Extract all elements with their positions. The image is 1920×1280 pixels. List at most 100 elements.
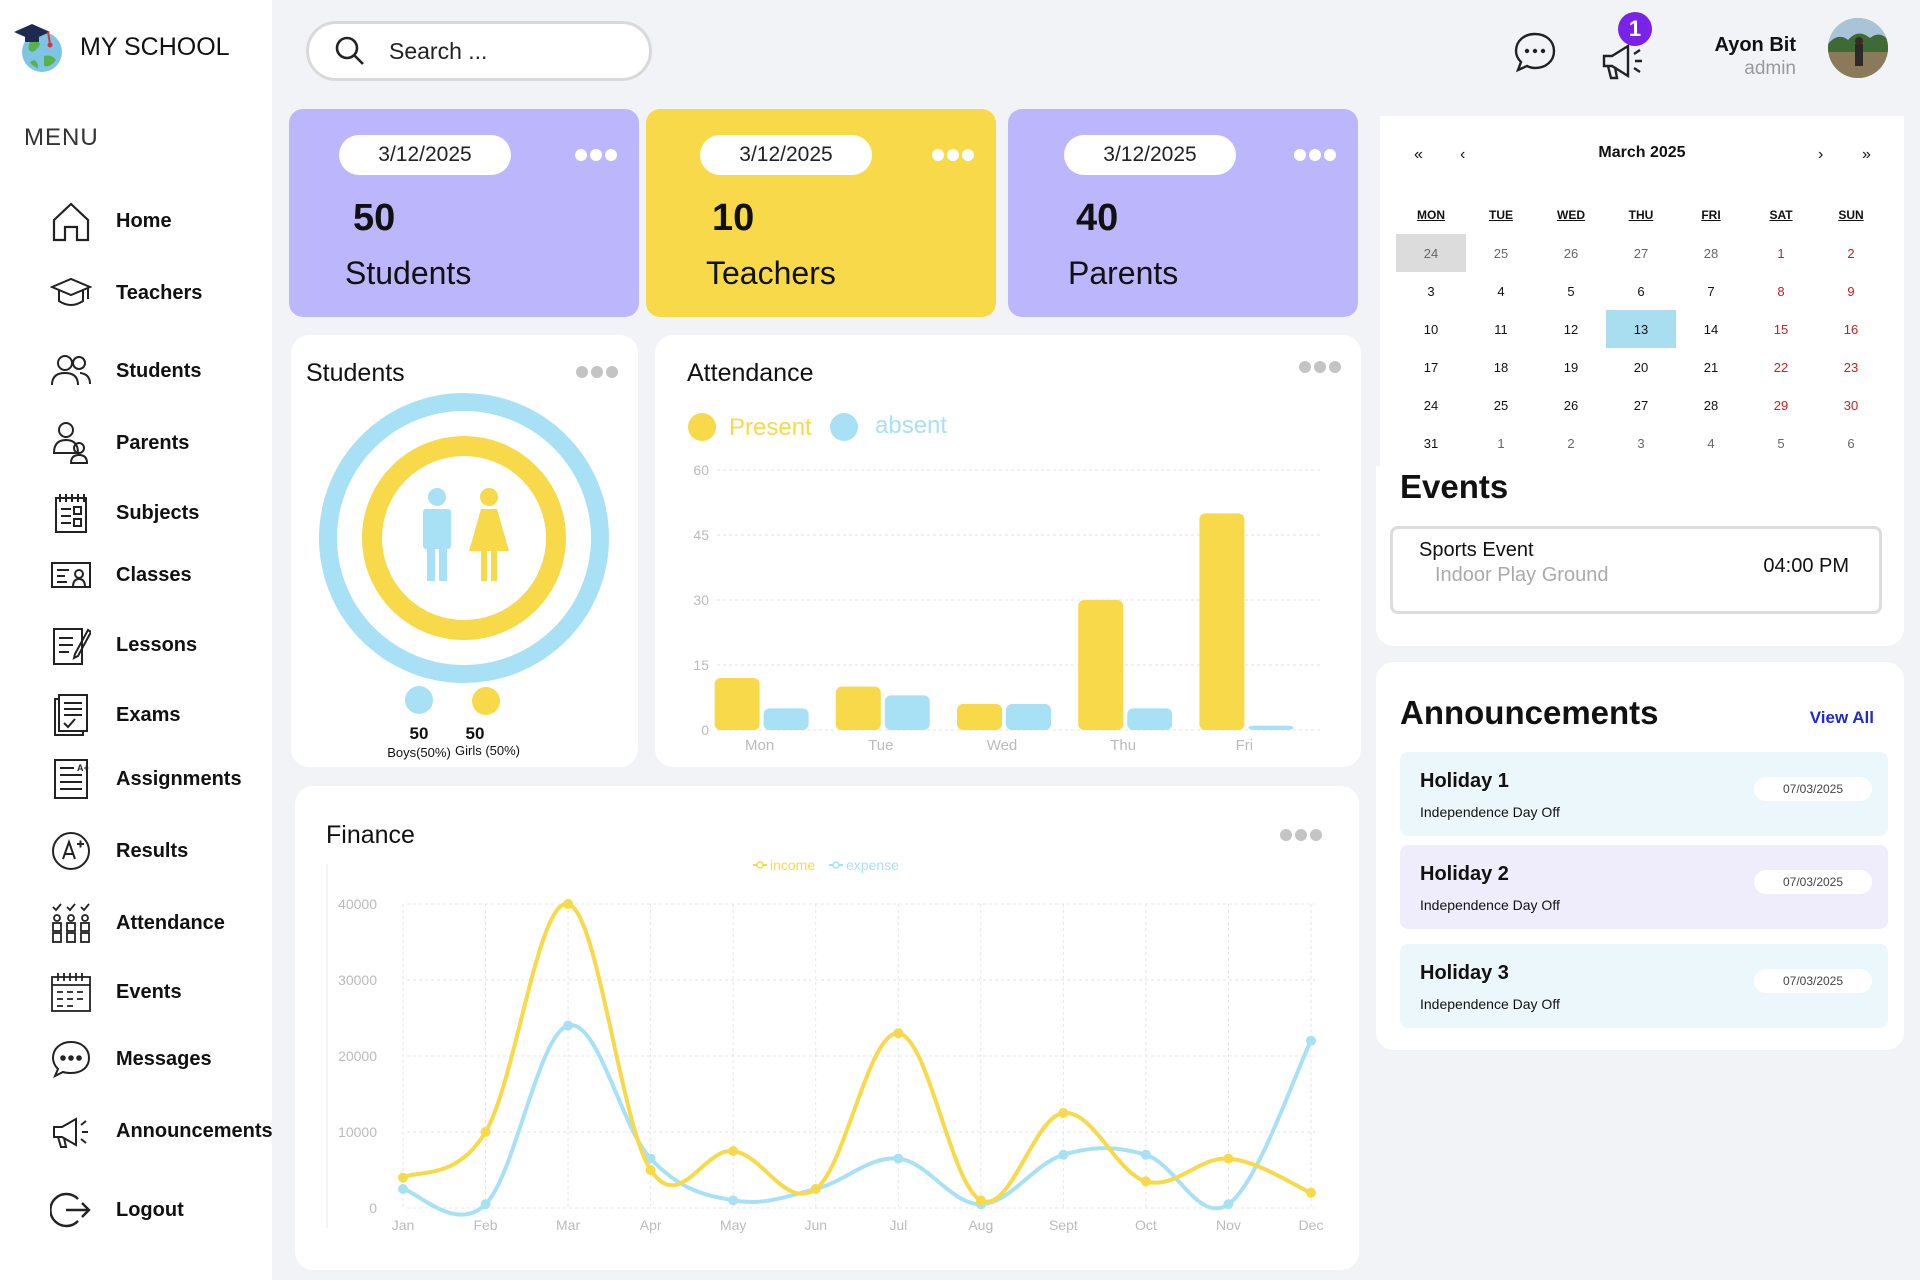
calendar-day[interactable]: 19 xyxy=(1536,348,1606,386)
sidebar-item-logout[interactable]: Logout xyxy=(50,1185,184,1235)
calendar-day[interactable]: 7 xyxy=(1676,272,1746,310)
announcement-date: 07/03/2025 xyxy=(1754,777,1872,801)
calendar-day[interactable]: 4 xyxy=(1466,272,1536,310)
calendar-day[interactable]: 3 xyxy=(1606,424,1676,462)
sidebar-item-exams[interactable]: Exams xyxy=(50,690,181,740)
calendar-day[interactable]: 27 xyxy=(1606,386,1676,424)
sidebar-item-attendance[interactable]: Attendance xyxy=(50,898,225,948)
calendar-day[interactable]: 18 xyxy=(1466,348,1536,386)
calendar-day[interactable]: 2 xyxy=(1816,234,1886,272)
home-icon xyxy=(50,200,92,242)
calendar-day[interactable]: 1 xyxy=(1466,424,1536,462)
calendar-icon xyxy=(50,971,92,1013)
sidebar-item-label: Home xyxy=(116,209,172,232)
calendar-day[interactable]: 26 xyxy=(1536,386,1606,424)
calendar-day[interactable]: 31 xyxy=(1396,424,1466,462)
messages-button[interactable] xyxy=(1512,30,1558,76)
point-income xyxy=(480,1127,491,1137)
sidebar-item-home[interactable]: Home xyxy=(50,196,172,246)
sidebar-item-parents[interactable]: Parents xyxy=(50,418,189,468)
sidebar: MY SCHOOL MENU Home Teachers Students Pa… xyxy=(0,0,273,1280)
calendar-day[interactable]: 3 xyxy=(1396,272,1466,310)
bar-absent xyxy=(884,695,930,730)
sidebar-item-lessons[interactable]: Lessons xyxy=(50,620,197,670)
calendar-day[interactable]: 10 xyxy=(1396,310,1466,348)
sidebar-item-subjects[interactable]: Subjects xyxy=(50,488,199,538)
calendar-day[interactable]: 24 xyxy=(1396,386,1466,424)
sidebar-item-announcements[interactable]: Announcements xyxy=(50,1106,273,1156)
x-tick-label: Mon xyxy=(745,737,774,754)
announcement-subtitle: Independence Day Off xyxy=(1420,804,1560,820)
calendar-day[interactable]: 5 xyxy=(1746,424,1816,462)
calendar-day[interactable]: 4 xyxy=(1676,424,1746,462)
sidebar-item-results[interactable]: Results xyxy=(50,826,188,876)
announcement-item[interactable]: Holiday 3 Independence Day Off 07/03/202… xyxy=(1400,944,1888,1028)
more-options-icon[interactable] xyxy=(576,366,618,378)
more-options-icon[interactable] xyxy=(1294,149,1336,161)
point-expense xyxy=(398,1184,408,1194)
event-card[interactable]: Sports Event Indoor Play Ground 04:00 PM xyxy=(1390,526,1882,614)
calendar-day[interactable]: 17 xyxy=(1396,348,1466,386)
more-options-icon[interactable] xyxy=(932,149,974,161)
sidebar-item-messages[interactable]: Messages xyxy=(50,1034,212,1084)
calendar-day[interactable]: 15 xyxy=(1746,310,1816,348)
sidebar-item-assignments[interactable]: A+ Assignments xyxy=(50,754,242,804)
calendar-day[interactable]: 11 xyxy=(1466,310,1536,348)
calendar-day[interactable]: 8 xyxy=(1746,272,1816,310)
calendar-day[interactable]: 5 xyxy=(1536,272,1606,310)
calendar-day[interactable]: 12 xyxy=(1536,310,1606,348)
calendar-day[interactable]: 13 xyxy=(1606,310,1676,348)
parents-icon xyxy=(50,422,92,464)
search-box[interactable] xyxy=(306,21,652,81)
avatar[interactable] xyxy=(1828,18,1888,78)
calendar-day[interactable]: 14 xyxy=(1676,310,1746,348)
calendar-day[interactable]: 24 xyxy=(1396,234,1466,272)
more-options-icon[interactable] xyxy=(1299,361,1341,373)
calendar-day[interactable]: 25 xyxy=(1466,234,1536,272)
calendar-day[interactable]: 27 xyxy=(1606,234,1676,272)
calendar-day[interactable]: 6 xyxy=(1816,424,1886,462)
view-all-link[interactable]: View All xyxy=(1810,708,1874,728)
line-income xyxy=(402,902,1312,1204)
sidebar-item-label: Students xyxy=(116,359,202,382)
students-stat-card[interactable]: 3/12/2025 50 Students xyxy=(289,109,639,317)
announcement-item[interactable]: Holiday 1 Independence Day Off 07/03/202… xyxy=(1400,752,1888,836)
boys-count: 50 xyxy=(409,724,429,743)
sidebar-item-classes[interactable]: Classes xyxy=(50,550,192,600)
finance-panel: Finance income expense 0 10000 20000 30000 400… xyxy=(295,786,1359,1270)
sidebar-item-teachers[interactable]: Teachers xyxy=(50,268,202,318)
calendar-month-label: March 2025 xyxy=(1598,144,1686,161)
announcement-title: Holiday 2 xyxy=(1420,863,1509,885)
more-options-icon[interactable] xyxy=(575,149,617,161)
calendar-day[interactable]: 2 xyxy=(1536,424,1606,462)
calendar-day[interactable]: 30 xyxy=(1816,386,1886,424)
calendar-day[interactable]: 28 xyxy=(1676,386,1746,424)
calendar-day[interactable]: 21 xyxy=(1676,348,1746,386)
calendar-day[interactable]: 20 xyxy=(1606,348,1676,386)
sidebar-item-events[interactable]: Events xyxy=(50,967,182,1017)
calendar-day[interactable]: 1 xyxy=(1746,234,1816,272)
calendar-next-month-button[interactable]: › xyxy=(1818,146,1823,164)
parents-stat-card[interactable]: 3/12/2025 40 Parents xyxy=(1008,109,1358,317)
calendar-day[interactable]: 29 xyxy=(1746,386,1816,424)
app-logo[interactable]: MY SCHOOL xyxy=(12,18,230,76)
attendance-panel: Attendance Present absent 0 15 30 45 60 Mon Tu… xyxy=(655,335,1361,767)
logout-icon xyxy=(50,1189,92,1231)
boys-legend-dot xyxy=(405,686,433,714)
calendar-day[interactable]: 22 xyxy=(1746,348,1816,386)
announcement-item[interactable]: Holiday 2 Independence Day Off 07/03/202… xyxy=(1400,845,1888,929)
more-options-icon[interactable] xyxy=(1280,829,1322,841)
calendar-day[interactable]: 28 xyxy=(1676,234,1746,272)
teachers-stat-card[interactable]: 3/12/2025 10 Teachers xyxy=(646,109,996,317)
calendar-next-year-button[interactable]: » xyxy=(1862,146,1871,164)
calendar-day[interactable]: 9 xyxy=(1816,272,1886,310)
line-expense xyxy=(402,1023,1313,1217)
calendar-day[interactable]: 25 xyxy=(1466,386,1536,424)
calendar-day[interactable]: 6 xyxy=(1606,272,1676,310)
search-input[interactable] xyxy=(389,37,619,65)
calendar-day[interactable]: 26 xyxy=(1536,234,1606,272)
calendar-day[interactable]: 16 xyxy=(1816,310,1886,348)
calendar-day[interactable]: 23 xyxy=(1816,348,1886,386)
sidebar-item-students[interactable]: Students xyxy=(50,346,202,396)
announcements-button[interactable] xyxy=(1600,38,1652,82)
